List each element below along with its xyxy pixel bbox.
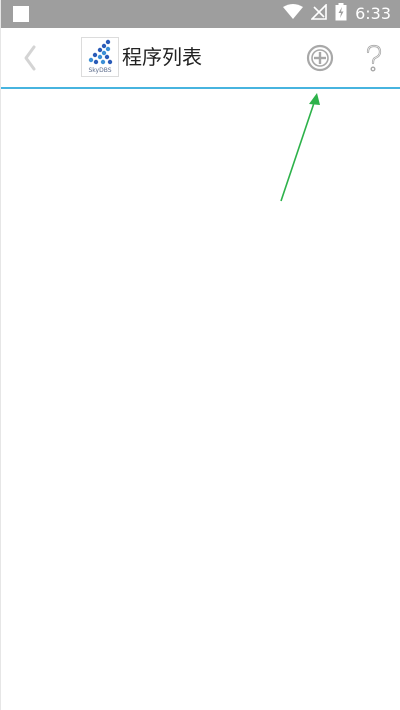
status-bar: 6:33	[1, 0, 400, 28]
page-title: 程序列表	[122, 45, 202, 69]
circle-plus-icon	[306, 44, 334, 72]
wifi-icon	[283, 4, 304, 24]
battery-charging-icon	[335, 3, 347, 25]
logo-text: SkyDBS	[88, 67, 112, 74]
program-list	[1, 89, 400, 710]
status-icons: 6:33	[283, 3, 391, 25]
question-mark-icon	[366, 44, 382, 72]
signal-off-icon	[310, 3, 327, 24]
molecule-logo-icon	[88, 39, 113, 65]
add-program-button[interactable]	[306, 44, 334, 72]
help-button[interactable]	[361, 42, 387, 74]
chevron-left-icon	[24, 45, 36, 71]
app-logo: SkyDBS	[81, 37, 119, 77]
app-screen: 6:33 SkyDBS 程序列表	[0, 0, 400, 710]
app-bar: SkyDBS 程序列表	[1, 28, 400, 88]
notification-square-icon	[13, 6, 29, 22]
back-button[interactable]	[19, 41, 43, 75]
annotation-arrow-icon	[280, 93, 320, 202]
status-time: 6:33	[355, 4, 391, 23]
